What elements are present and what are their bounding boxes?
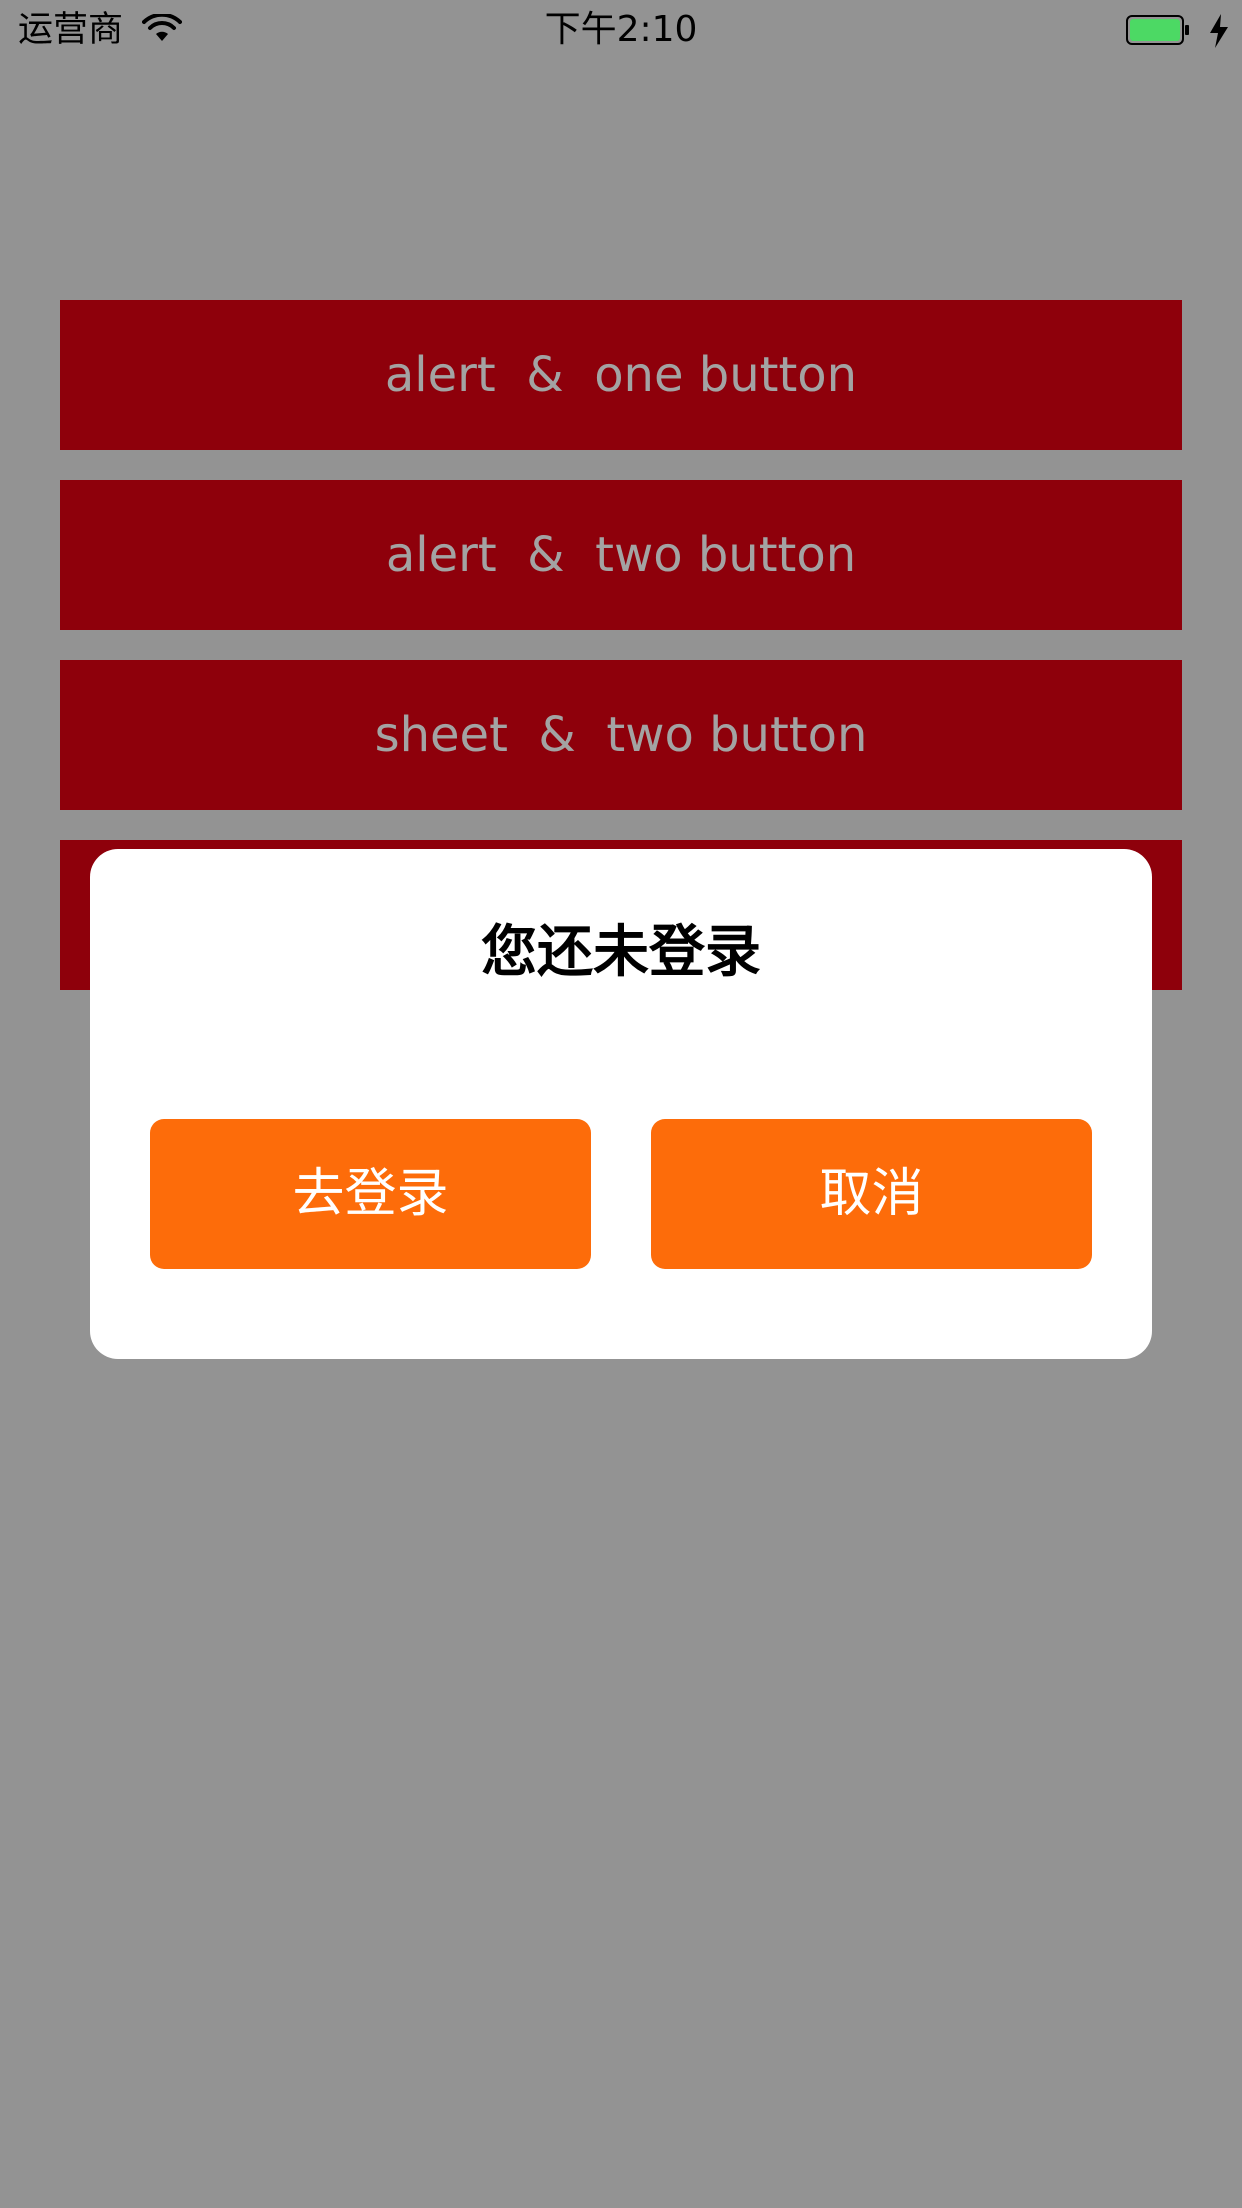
alert-two-button[interactable]: alert & two button [60, 480, 1182, 630]
login-dialog: 您还未登录 去登录 取消 [90, 849, 1152, 1359]
go-login-button[interactable]: 去登录 [150, 1119, 591, 1269]
dialog-title: 您还未登录 [481, 920, 761, 985]
charging-icon [1210, 14, 1228, 48]
battery-icon [1126, 15, 1189, 45]
cancel-button[interactable]: 取消 [651, 1119, 1092, 1269]
alert-one-button[interactable]: alert & one button [60, 300, 1182, 450]
sheet-two-button[interactable]: sheet & two button [60, 660, 1182, 810]
status-time: 下午2:10 [544, 9, 698, 50]
status-bar: 运营商 下午2:10 [0, 0, 1242, 60]
